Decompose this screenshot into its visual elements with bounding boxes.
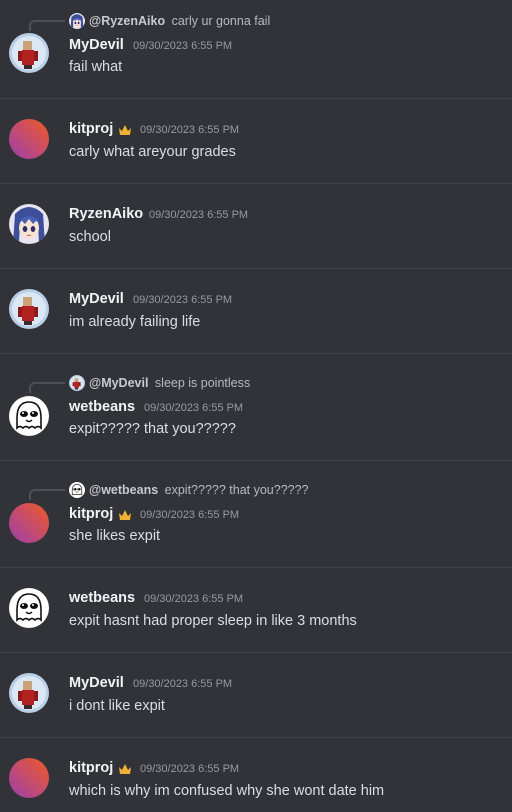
message[interactable]: kitproj 09/30/2023 6:55 PM which is why … <box>0 738 512 812</box>
avatar[interactable] <box>9 673 49 713</box>
reply-snippet: sleep is pointless <box>154 376 251 390</box>
username[interactable]: kitproj <box>69 121 113 137</box>
reply-preview[interactable]: @wetbeans expit????? that you????? <box>0 481 512 500</box>
message[interactable]: RyzenAiko 09/30/2023 6:55 PM school <box>0 184 512 268</box>
reply-connector <box>29 382 65 393</box>
timestamp: 09/30/2023 6:55 PM <box>140 763 240 775</box>
timestamp: 09/30/2023 6:55 PM <box>133 678 233 690</box>
message[interactable]: @RyzenAiko carly ur gonna fail MyDevil 0… <box>0 0 512 98</box>
message-text: carly what areyour grades <box>69 144 236 160</box>
timestamp: 09/30/2023 6:55 PM <box>133 294 233 306</box>
username[interactable]: wetbeans <box>69 399 135 415</box>
reply-connector <box>29 489 65 500</box>
timestamp: 09/30/2023 6:55 PM <box>144 593 244 605</box>
message-text: fail what <box>69 59 123 75</box>
crown-icon <box>118 763 132 775</box>
reply-text: @MyDevil sleep is pointless <box>89 376 250 390</box>
message-text: school <box>69 229 111 245</box>
reply-avatar-icon <box>69 482 85 498</box>
message-text: which is why im confused why she wont da… <box>69 783 385 799</box>
avatar[interactable] <box>9 289 49 329</box>
username[interactable]: kitproj <box>69 760 113 776</box>
avatar[interactable] <box>9 119 49 159</box>
username[interactable]: kitproj <box>69 506 113 522</box>
message-text: expit hasnt had proper sleep in like 3 m… <box>69 613 357 629</box>
message[interactable]: wetbeans 09/30/2023 6:55 PM expit hasnt … <box>0 568 512 652</box>
reply-connector <box>29 20 65 31</box>
message[interactable]: @MyDevil sleep is pointless wetbeans 09/… <box>0 354 512 460</box>
crown-icon <box>118 124 132 136</box>
username[interactable]: MyDevil <box>69 37 124 53</box>
message[interactable]: MyDevil 09/30/2023 6:55 PM im already fa… <box>0 269 512 353</box>
avatar[interactable] <box>9 758 49 798</box>
crown-icon <box>118 509 132 521</box>
reply-avatar-icon <box>69 13 85 29</box>
username[interactable]: MyDevil <box>69 675 124 691</box>
message-text: she likes expit <box>69 528 161 544</box>
avatar[interactable] <box>9 588 49 628</box>
username[interactable]: RyzenAiko <box>69 206 143 222</box>
reply-author[interactable]: @MyDevil <box>89 376 148 390</box>
timestamp: 09/30/2023 6:55 PM <box>144 402 244 414</box>
reply-preview[interactable]: @MyDevil sleep is pointless <box>0 374 512 393</box>
reply-text: @RyzenAiko carly ur gonna fail <box>89 14 270 28</box>
reply-text: @wetbeans expit????? that you????? <box>89 483 309 497</box>
timestamp: 09/30/2023 6:55 PM <box>140 124 240 136</box>
reply-avatar-icon <box>69 375 85 391</box>
reply-snippet: expit????? that you????? <box>164 483 309 497</box>
reply-author[interactable]: @wetbeans <box>89 483 158 497</box>
avatar[interactable] <box>9 503 49 543</box>
avatar[interactable] <box>9 204 49 244</box>
message[interactable]: @wetbeans expit????? that you????? kitpr… <box>0 461 512 567</box>
message-text: expit????? that you????? <box>69 421 236 437</box>
reply-preview[interactable]: @RyzenAiko carly ur gonna fail <box>0 12 512 31</box>
message[interactable]: MyDevil 09/30/2023 6:55 PM i dont like e… <box>0 653 512 737</box>
message-list: @RyzenAiko carly ur gonna fail MyDevil 0… <box>0 0 512 812</box>
username[interactable]: wetbeans <box>69 590 135 606</box>
avatar[interactable] <box>9 33 49 73</box>
timestamp: 09/30/2023 6:55 PM <box>133 40 233 52</box>
message-text: im already failing life <box>69 314 201 330</box>
avatar[interactable] <box>9 396 49 436</box>
message-text: i dont like expit <box>69 698 165 714</box>
reply-snippet: carly ur gonna fail <box>171 14 271 28</box>
message[interactable]: kitproj 09/30/2023 6:55 PM carly what ar… <box>0 99 512 183</box>
username[interactable]: MyDevil <box>69 291 124 307</box>
timestamp: 09/30/2023 6:55 PM <box>140 509 240 521</box>
timestamp: 09/30/2023 6:55 PM <box>149 209 249 221</box>
reply-author[interactable]: @RyzenAiko <box>89 14 165 28</box>
